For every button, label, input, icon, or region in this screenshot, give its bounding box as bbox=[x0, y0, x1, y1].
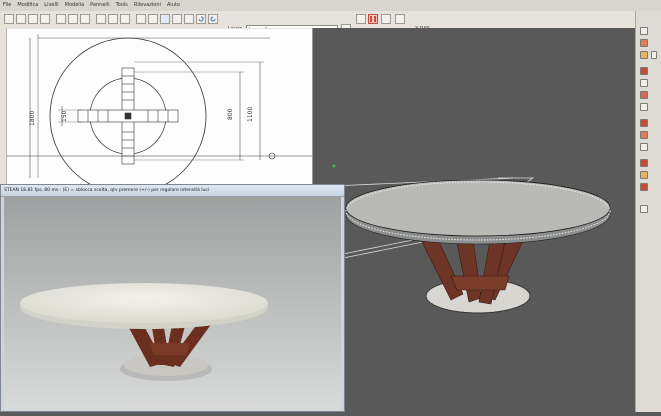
wireframe-button[interactable] bbox=[381, 14, 391, 24]
dim-1100-label: 1100 bbox=[247, 107, 254, 122]
right-tool-panel bbox=[635, 11, 661, 412]
render-window[interactable]: STEAN 18.81 fps, 80 ms - (E) = sblocca s… bbox=[0, 184, 345, 412]
dim-800-label: 800 bbox=[227, 108, 234, 120]
tool-arc-button[interactable] bbox=[640, 91, 648, 99]
leg-cross bbox=[77, 67, 179, 165]
grid-toggle-button[interactable] bbox=[356, 14, 366, 24]
pointer-button[interactable] bbox=[136, 14, 146, 24]
new-file-button[interactable] bbox=[4, 14, 14, 24]
render-top bbox=[20, 283, 268, 323]
scale-tool-button[interactable] bbox=[120, 14, 130, 24]
dim-1800-label: 1800 bbox=[29, 111, 36, 126]
select-button[interactable] bbox=[148, 14, 158, 24]
tool-light-button[interactable] bbox=[640, 171, 648, 179]
rotate-tool-button[interactable] bbox=[108, 14, 118, 24]
xray-toggle-button[interactable] bbox=[368, 14, 378, 24]
tool-cylinder-button[interactable] bbox=[640, 51, 648, 59]
viewport-scene bbox=[332, 164, 611, 314]
tool-group-button[interactable] bbox=[640, 143, 648, 151]
3d-viewport[interactable] bbox=[313, 28, 635, 412]
menu-rilevazioni[interactable]: Rilevazioni bbox=[131, 0, 164, 11]
technical-drawing: 800 1100 150 1800 bbox=[0, 27, 312, 195]
cut-button[interactable] bbox=[56, 14, 66, 24]
tool-select-button[interactable] bbox=[640, 27, 648, 35]
paste-button[interactable] bbox=[80, 14, 90, 24]
menu-aiuto[interactable]: Aiuto bbox=[164, 0, 183, 11]
menu-modifica[interactable]: Modifica bbox=[14, 0, 41, 11]
main-toolbar: Layer Layer 1 X-RAY bbox=[0, 11, 661, 39]
zoom-button[interactable] bbox=[160, 14, 170, 24]
drawing-ruler bbox=[0, 28, 7, 184]
axis-gizmo-icon bbox=[332, 164, 336, 168]
render-preview bbox=[4, 197, 341, 410]
redo-icon bbox=[210, 16, 216, 22]
open-file-button[interactable] bbox=[16, 14, 26, 24]
menu-livelli[interactable]: Livelli bbox=[41, 0, 61, 11]
tool-line-button[interactable] bbox=[640, 79, 648, 87]
save-button[interactable] bbox=[28, 14, 38, 24]
tool-array-button[interactable] bbox=[640, 131, 648, 139]
menu-pannelli[interactable]: Pannelli bbox=[87, 0, 112, 11]
tool-mirror-button[interactable] bbox=[640, 119, 648, 127]
table-top-3d bbox=[345, 179, 611, 237]
move-button[interactable] bbox=[96, 14, 106, 24]
xray-icon bbox=[370, 16, 376, 22]
copy-button[interactable] bbox=[68, 14, 78, 24]
pan-button[interactable] bbox=[172, 14, 182, 24]
tool-extrude-button[interactable] bbox=[640, 67, 648, 75]
render-window-title: STEAN 18.81 fps, 80 ms - (E) = sblocca s… bbox=[1, 185, 344, 197]
dim-150-label: 150 bbox=[61, 110, 68, 122]
fit-view-button[interactable] bbox=[184, 14, 194, 24]
undo-view-button[interactable] bbox=[196, 14, 206, 24]
undo-icon bbox=[198, 16, 204, 22]
tool-measure-button[interactable] bbox=[640, 103, 648, 111]
menu-file[interactable]: File bbox=[0, 0, 14, 11]
tool-camera-button[interactable] bbox=[640, 183, 648, 191]
redo-view-button[interactable] bbox=[208, 14, 218, 24]
menu-tools[interactable]: Tools bbox=[113, 0, 131, 11]
tool-material-button[interactable] bbox=[640, 159, 648, 167]
tool-box-button[interactable] bbox=[640, 39, 648, 47]
panel-toggle-button[interactable] bbox=[651, 51, 657, 59]
render-button[interactable] bbox=[395, 14, 405, 24]
rendered-table bbox=[20, 283, 268, 381]
print-button[interactable] bbox=[40, 14, 50, 24]
drawing-canvas[interactable]: 800 1100 150 1800 bbox=[0, 27, 313, 195]
tool-settings-button[interactable] bbox=[640, 205, 648, 213]
menu-modella[interactable]: Modella bbox=[62, 0, 87, 11]
